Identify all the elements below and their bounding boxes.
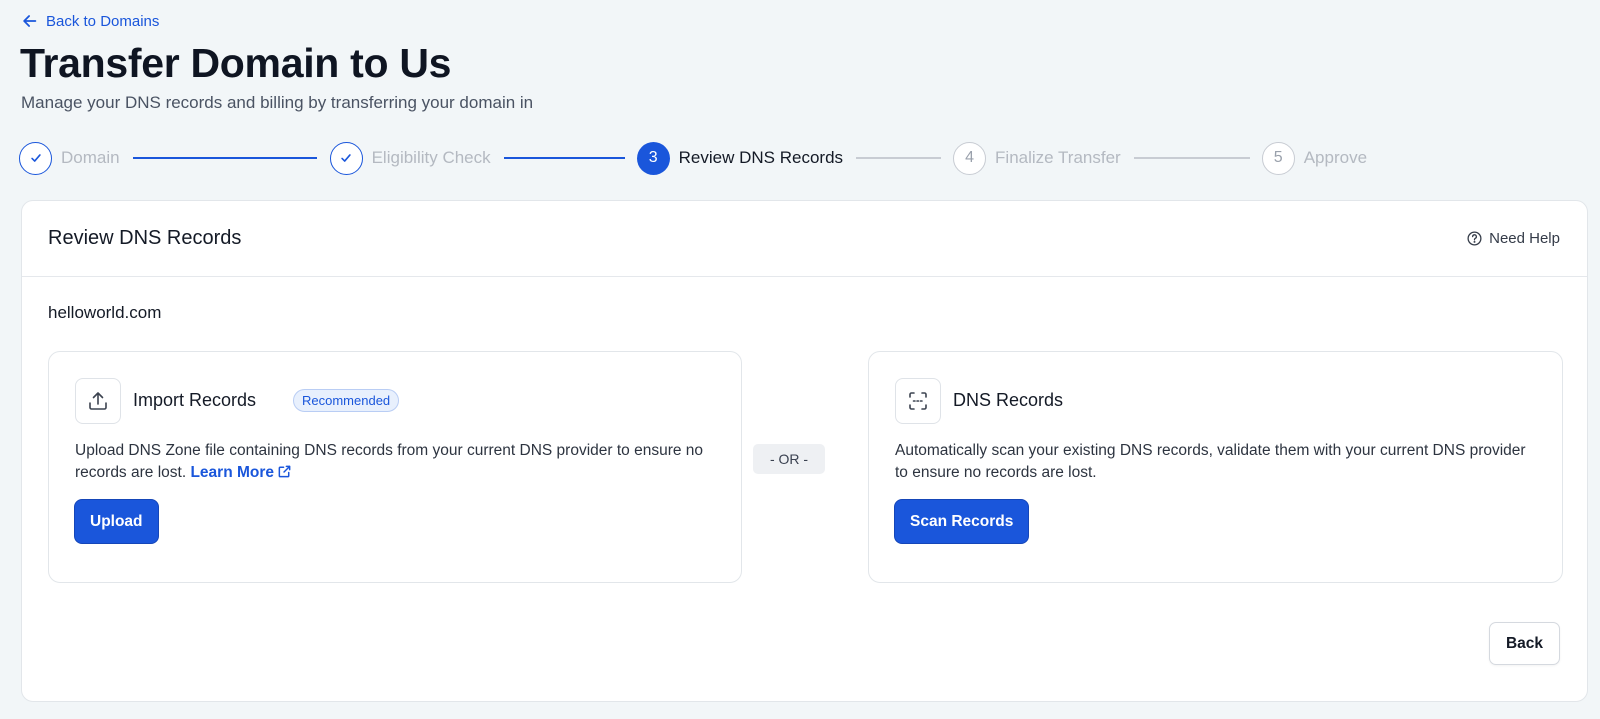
step-connector-2 — [503, 157, 625, 159]
scan-records-button[interactable]: Scan Records — [895, 500, 1029, 543]
step-4-indicator: 4 — [953, 141, 987, 175]
step-2-label: Eligibility Check — [371, 148, 491, 167]
step-5-label: Approve — [1303, 148, 1368, 167]
learn-more-link[interactable]: Learn More — [190, 464, 292, 481]
scan-records-description: Automatically scan your existing DNS rec… — [895, 442, 1526, 481]
card-title: Review DNS Records — [48, 227, 242, 249]
import-records-title: Import Records — [133, 390, 257, 410]
page-subtitle: Manage your DNS records and billing by t… — [21, 93, 534, 112]
step-3-indicator: 3 — [636, 141, 670, 175]
step-4-label: Finalize Transfer — [995, 148, 1121, 167]
import-description-text: Upload DNS Zone file containing DNS reco… — [75, 442, 704, 481]
step-approve: 5 Approve — [1261, 141, 1368, 175]
step-domain: Domain — [19, 141, 120, 175]
dns-records-title: DNS Records — [953, 390, 1064, 410]
upload-icon — [89, 392, 107, 410]
step-connector-1 — [132, 157, 317, 159]
need-help-label: Need Help — [1489, 230, 1560, 247]
step-eligibility-check: Eligibility Check — [329, 141, 491, 175]
upload-button[interactable]: Upload — [75, 500, 158, 543]
review-dns-card: Review DNS Records Need Help helloworld.… — [21, 200, 1588, 702]
domain-name: helloworld.com — [48, 303, 162, 322]
back-to-domains-label: Back to Domains — [46, 12, 160, 30]
back-to-domains-link[interactable]: Back to Domains — [21, 12, 159, 30]
step-finalize-transfer: 4 Finalize Transfer — [953, 141, 1121, 175]
step-review-dns-records: 3 Review DNS Records — [636, 141, 844, 175]
transfer-stepper: Domain Eligibility Check 3 Review DNS Re… — [19, 141, 1367, 175]
import-records-description: Upload DNS Zone file containing DNS reco… — [75, 440, 715, 484]
upload-icon-frame — [75, 378, 121, 424]
page: Back to Domains Transfer Domain to Us Ma… — [0, 0, 1600, 719]
import-records-option: Import Records Recommended Upload DNS Zo… — [48, 351, 742, 583]
card-header: Review DNS Records Need Help — [22, 201, 1587, 277]
arrow-left-icon — [23, 15, 37, 27]
back-button[interactable]: Back — [1488, 622, 1560, 665]
page-title: Transfer Domain to Us — [20, 40, 452, 86]
scan-records-option: DNS Records Automatically scan your exis… — [868, 351, 1563, 583]
external-link-icon — [278, 465, 291, 478]
help-circle-icon — [1467, 231, 1482, 246]
learn-more-label: Learn More — [190, 464, 275, 481]
step-connector-3 — [856, 157, 942, 159]
step-2-indicator — [329, 141, 363, 175]
scan-icon-frame — [895, 378, 941, 424]
step-connector-4 — [1133, 157, 1250, 159]
step-1-indicator — [19, 141, 52, 175]
check-icon — [30, 154, 41, 162]
step-3-label: Review DNS Records — [678, 148, 844, 167]
recommended-badge: Recommended — [293, 389, 400, 412]
scan-icon — [909, 392, 927, 410]
check-icon — [341, 154, 351, 162]
step-1-label: Domain — [61, 148, 120, 167]
or-divider: - OR - — [753, 444, 825, 474]
need-help-link[interactable]: Need Help — [1466, 230, 1560, 247]
step-5-indicator: 5 — [1261, 141, 1295, 175]
